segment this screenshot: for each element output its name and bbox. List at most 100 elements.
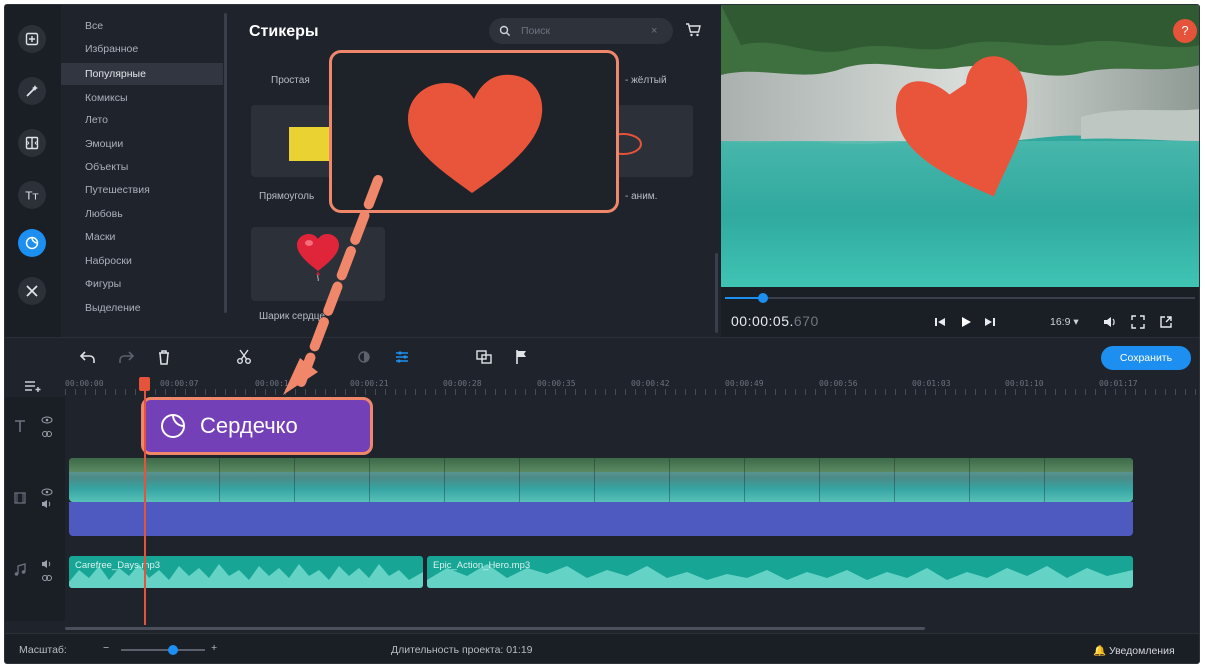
video-track-header	[5, 455, 65, 541]
zoom-handle[interactable]	[168, 645, 179, 655]
video-clip[interactable]	[69, 458, 1133, 502]
save-button[interactable]: Сохранить	[1101, 346, 1191, 370]
cut-icon[interactable]	[235, 348, 253, 366]
category-shapes[interactable]: Фигуры	[61, 273, 223, 295]
sticker-clip-label: Сердечко	[200, 413, 298, 438]
search-input[interactable]	[521, 25, 651, 37]
category-summer[interactable]: Лето	[61, 109, 223, 131]
titles-icon[interactable]: Tт	[18, 181, 46, 209]
detach-player-button[interactable]	[1159, 313, 1173, 331]
playhead-line	[144, 377, 146, 625]
stickers-scrollbar[interactable]	[715, 253, 718, 333]
redo-icon[interactable]	[117, 348, 135, 366]
clear-search-icon[interactable]: ×	[651, 25, 657, 37]
zoom-slider[interactable]	[121, 645, 205, 655]
text-track-icon	[15, 420, 25, 432]
volume-button[interactable]	[1103, 313, 1117, 331]
category-favorites[interactable]: Избранное	[61, 38, 223, 60]
thumbnail-divider	[519, 458, 520, 502]
timecode: 00:00:05.670	[731, 313, 819, 329]
video-clip-audio[interactable]	[69, 502, 1133, 536]
next-frame-button[interactable]	[983, 313, 997, 331]
color-adjust-icon[interactable]	[355, 348, 373, 366]
import-icon[interactable]	[18, 25, 46, 53]
sticker-categories: Все Избранное Популярные Комиксы Лето Эм…	[61, 5, 229, 337]
zoom-label: Масштаб:	[19, 644, 67, 656]
speaker-icon[interactable]	[41, 499, 53, 509]
delete-icon[interactable]	[155, 348, 173, 366]
ruler-label: 00:01:03	[912, 379, 951, 388]
audio-clip-name: Epic_Action_Hero.mp3	[433, 560, 531, 571]
thumbnail-divider	[669, 458, 670, 502]
zoom-out-button[interactable]: −	[103, 642, 109, 654]
video-preview[interactable]: ?	[721, 5, 1199, 287]
sticker-tile-animated[interactable]	[615, 105, 693, 177]
play-button[interactable]	[959, 313, 973, 331]
category-masks[interactable]: Маски	[61, 226, 223, 248]
category-highlight[interactable]: Выделение	[61, 297, 223, 319]
audio-clip[interactable]: Epic_Action_Hero.mp3	[427, 556, 1133, 588]
svg-text:Tт: Tт	[25, 190, 40, 203]
ruler-label: 00:00:35	[537, 379, 576, 388]
eye-icon[interactable]	[41, 487, 53, 497]
thumbnail-divider	[369, 458, 370, 502]
zoom-in-button[interactable]: +	[211, 642, 217, 654]
fullscreen-icon	[1131, 315, 1145, 329]
thumbnail-divider	[744, 458, 745, 502]
audio-clip[interactable]: Carefree_Days.mp3	[69, 556, 423, 588]
lake-scene-image	[721, 5, 1199, 287]
search-icon	[499, 25, 511, 37]
category-all[interactable]: Все	[61, 15, 223, 37]
eye-icon[interactable]	[41, 415, 53, 425]
tools-sidebar: Tт	[5, 5, 61, 337]
clip-properties-icon[interactable]	[393, 348, 411, 366]
undo-icon[interactable]	[79, 348, 97, 366]
heart-balloon-icon	[297, 234, 339, 281]
sticker-icon	[161, 414, 185, 438]
stickers-icon[interactable]	[18, 229, 46, 257]
effects-wand-icon[interactable]	[18, 77, 46, 105]
help-button[interactable]: ?	[1173, 19, 1197, 43]
playback-seekbar[interactable]	[725, 293, 1195, 303]
thumbnail-divider	[969, 458, 970, 502]
category-emotions[interactable]: Эмоции	[61, 133, 223, 155]
transitions-icon[interactable]	[18, 129, 46, 157]
music-note-icon	[14, 563, 26, 576]
category-popular[interactable]: Популярные	[61, 63, 223, 85]
ruler-label: 00:01:17	[1099, 379, 1138, 388]
heart-sticker-icon	[408, 74, 543, 193]
search-box[interactable]: ×	[489, 18, 673, 44]
timecode-main: 00:00:05.	[731, 313, 794, 329]
sticker-clip[interactable]: Сердечко	[141, 397, 373, 455]
category-love[interactable]: Любовь	[61, 203, 223, 225]
playhead-handle[interactable]	[139, 377, 150, 391]
store-cart-icon[interactable]	[685, 22, 701, 38]
seek-progress	[725, 297, 763, 299]
ruler-label: 00:00:07	[160, 379, 199, 388]
link-icon[interactable]	[41, 429, 53, 439]
category-travel[interactable]: Путешествия	[61, 179, 223, 201]
previous-frame-button[interactable]	[933, 313, 947, 331]
thumbnail-divider	[1044, 458, 1045, 502]
overlay-icon[interactable]	[475, 348, 493, 366]
speaker-icon[interactable]	[41, 559, 53, 569]
link-icon[interactable]	[41, 573, 53, 583]
category-comics[interactable]: Комиксы	[61, 87, 223, 109]
notifications-button[interactable]: 🔔 Уведомления	[1093, 644, 1175, 657]
ruler-label: 00:00:28	[443, 379, 482, 388]
add-track-icon[interactable]	[23, 379, 43, 393]
notifications-label: Уведомления	[1109, 645, 1175, 657]
timeline-ruler[interactable]: 00:00:00 00:00:07 00:00:14 00:00:21 00:0…	[5, 375, 1199, 397]
tools-icon[interactable]	[18, 277, 46, 305]
categories-scrollbar[interactable]	[224, 13, 227, 313]
timeline-scrollbar[interactable]	[65, 627, 925, 630]
fullscreen-button[interactable]	[1131, 313, 1145, 331]
sticker-label-heart-balloon: Шарик сердце	[259, 311, 325, 322]
seek-handle[interactable]	[757, 293, 768, 303]
marker-flag-icon[interactable]	[513, 348, 531, 366]
aspect-ratio-dropdown[interactable]: 16:9 ▾	[1050, 316, 1079, 328]
timeline-toolbar: Сохранить	[5, 337, 1199, 375]
category-sketches[interactable]: Наброски	[61, 250, 223, 272]
sticker-tile-heart-balloon[interactable]	[251, 227, 385, 301]
category-objects[interactable]: Объекты	[61, 156, 223, 178]
